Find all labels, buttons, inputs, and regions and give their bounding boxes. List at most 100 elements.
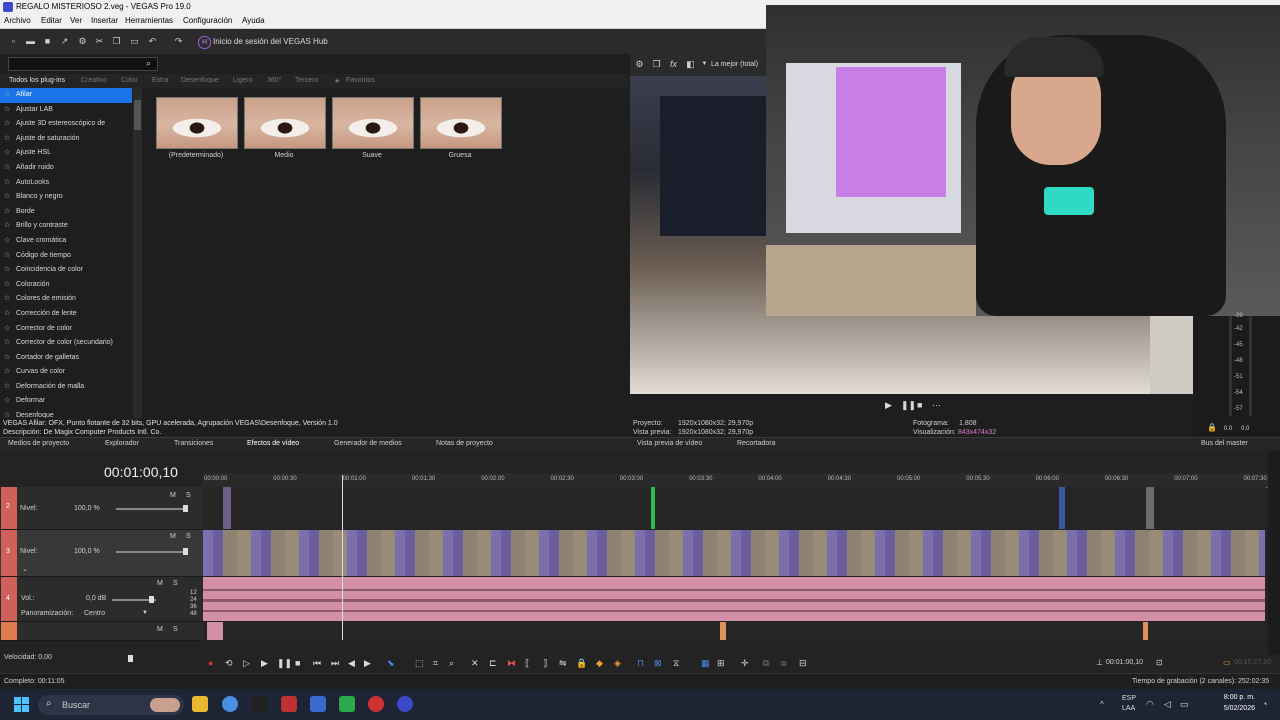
playhead-cursor[interactable] xyxy=(342,475,343,640)
level-slider[interactable] xyxy=(116,551,186,553)
tab-transiciones[interactable]: Transiciones xyxy=(174,440,213,447)
plugin-list-scrollbar[interactable] xyxy=(133,88,142,418)
pan-slider-icon[interactable]: ▼ xyxy=(142,610,148,616)
mute-button[interactable]: M xyxy=(170,533,176,540)
tab-desenfoque[interactable]: Desenfoque xyxy=(181,77,219,84)
favorite-star-icon[interactable]: ☆ xyxy=(4,263,10,278)
crossfade-icon[interactable]: ⧖ xyxy=(673,658,679,669)
wifi-icon[interactable]: ◠ xyxy=(1146,699,1154,710)
vegas-hub-login[interactable]: Inicio de sesión del VEGAS Hub xyxy=(213,37,328,46)
lane-track-2[interactable] xyxy=(203,487,1265,529)
preset-gruesa[interactable]: Gruesa xyxy=(420,97,502,159)
favorite-star-icon[interactable]: ☆ xyxy=(4,307,10,322)
plugin-item[interactable]: ☆ Cortador de galletas xyxy=(0,351,132,366)
audio-clip[interactable] xyxy=(207,622,223,640)
favorite-star-icon[interactable]: ☆ xyxy=(4,146,10,161)
capcut-icon[interactable] xyxy=(252,696,268,712)
menu-ver[interactable]: Ver xyxy=(70,16,82,25)
tab-creativo[interactable]: Creativo xyxy=(81,77,107,84)
stop-icon[interactable]: ■ xyxy=(917,400,922,410)
plugin-item[interactable]: ☆ Coincidencia de color xyxy=(0,263,132,278)
cut-icon[interactable]: ✂ xyxy=(95,37,104,46)
plugin-search-input[interactable] xyxy=(8,57,158,71)
plugin-item[interactable]: ☆ Corrector de color xyxy=(0,322,132,337)
tab-vista-previa-de-video[interactable]: Vista previa de vídeo xyxy=(637,440,702,447)
edit-tool-icon[interactable]: ⬊ xyxy=(387,658,395,669)
envelope-tool-icon[interactable]: ⌗ xyxy=(433,658,438,669)
media-app-icon[interactable] xyxy=(339,696,355,712)
menu-herramientas[interactable]: Herramientas xyxy=(125,16,173,25)
marker-icon[interactable]: ◆ xyxy=(596,658,603,669)
track-header-3[interactable]: 3 Nivel: 100,0 % M S ⌄ xyxy=(0,530,203,577)
tab-generador-de-medios[interactable]: Generador de medios xyxy=(334,440,402,447)
split-icon[interactable]: ⧓ xyxy=(507,658,516,669)
timeline-vertical-scrollbar[interactable] xyxy=(1268,451,1280,673)
quantize-icon[interactable]: ⊞ xyxy=(717,658,725,669)
mute-button[interactable]: M xyxy=(157,580,163,587)
video-clip[interactable] xyxy=(1146,487,1154,529)
audio-clip-strip[interactable] xyxy=(203,577,1265,621)
tab-tercero[interactable]: Tercero xyxy=(295,77,318,84)
plugin-item[interactable]: ☆ Coloración xyxy=(0,278,132,293)
tab-extra[interactable]: Extra xyxy=(152,77,168,84)
trim-start-icon[interactable]: ⟦ xyxy=(525,658,529,669)
mute-button[interactable]: M xyxy=(170,492,176,499)
lock-icon[interactable]: 🔒 xyxy=(576,658,587,669)
gear-icon[interactable]: ⚙ xyxy=(635,60,644,69)
speed-slider-knob[interactable] xyxy=(128,655,133,662)
favorite-star-icon[interactable]: ☆ xyxy=(4,103,10,118)
taskbar-time[interactable]: 8:00 p. m. xyxy=(1207,694,1255,701)
trim-icon[interactable]: ⊏ xyxy=(489,658,497,669)
ungroup-icon[interactable]: ⧈ xyxy=(781,658,787,669)
mute-button[interactable]: M xyxy=(157,626,163,633)
tab-notas-de-proyecto[interactable]: Notas de proyecto xyxy=(436,440,493,447)
tab-all-plugins[interactable]: Todos los plug-ins xyxy=(9,77,65,84)
pause-icon[interactable]: ❚❚ xyxy=(277,658,292,669)
redo-icon[interactable]: ↷ xyxy=(174,37,183,46)
audio-clip[interactable] xyxy=(720,622,726,640)
calculator-icon[interactable] xyxy=(310,696,326,712)
zoom-tool-icon[interactable]: ⌕ xyxy=(449,658,454,669)
lane-track-3[interactable] xyxy=(203,530,1265,576)
lane-track-4-audio[interactable] xyxy=(203,577,1265,621)
taskbar-date[interactable]: 5/02/2026 xyxy=(1207,705,1255,712)
menu-insertar[interactable]: Insertar xyxy=(91,16,118,25)
export-icon[interactable]: ↗ xyxy=(60,37,69,46)
audio-clip[interactable] xyxy=(1143,622,1148,640)
plugin-item[interactable]: ☆ Curvas de color xyxy=(0,365,132,380)
favorite-star-icon[interactable]: ☆ xyxy=(4,380,10,395)
snapping-icon[interactable]: ⊓ xyxy=(637,658,644,669)
menu-ayuda[interactable]: Ayuda xyxy=(242,16,265,25)
plugin-item[interactable]: ☆ Clave cromática xyxy=(0,234,132,249)
copy-icon[interactable]: ❐ xyxy=(112,37,121,46)
plugin-item[interactable]: ☆ Colores de emisión xyxy=(0,292,132,307)
favorite-star-icon[interactable]: ☆ xyxy=(4,292,10,307)
play-from-start-icon[interactable]: ▷ xyxy=(243,658,250,669)
time-ruler[interactable]: 00:00:00 00:00:30 00:01:00 00:01:30 00:02:00… xyxy=(203,473,1280,488)
auto-ripple-icon[interactable]: ⊠ xyxy=(654,658,662,669)
windows-start-icon[interactable] xyxy=(14,697,29,712)
app-icon[interactable] xyxy=(281,696,297,712)
tab-explorador[interactable]: Explorador xyxy=(105,440,139,447)
preset-medio[interactable]: Medio xyxy=(244,97,326,159)
tab-bus-del-master[interactable]: Bus del master xyxy=(1201,440,1248,447)
favorite-star-icon[interactable]: ☆ xyxy=(4,249,10,264)
favorite-star-icon[interactable]: ☆ xyxy=(4,365,10,380)
group-icon[interactable]: ⧉ xyxy=(763,658,769,669)
video-clip[interactable] xyxy=(223,487,231,529)
expand-chevron-icon[interactable]: ⌄ xyxy=(22,565,28,573)
lock-icon[interactable]: 🔒 xyxy=(1207,423,1217,432)
solo-button[interactable]: S xyxy=(173,580,178,587)
taskbar-search-box[interactable]: ⌕ Buscar xyxy=(38,695,184,715)
trim-end-icon[interactable]: ⟧ xyxy=(543,658,547,669)
favorite-star-icon[interactable]: ☆ xyxy=(4,132,10,147)
solo-button[interactable]: S xyxy=(173,626,178,633)
preview-quality-select[interactable]: La mejor (total) xyxy=(711,61,758,68)
volume-slider-knob[interactable] xyxy=(149,596,154,603)
favorite-star-icon[interactable]: ☆ xyxy=(4,117,10,132)
favorite-star-icon[interactable]: ☆ xyxy=(4,351,10,366)
chevron-down-icon[interactable]: ▼ xyxy=(700,60,709,69)
vegas-taskbar-icon[interactable] xyxy=(397,696,413,712)
split-screen-icon[interactable]: ❐ xyxy=(652,60,661,69)
plugin-item[interactable]: ☆ Blanco y negro xyxy=(0,190,132,205)
